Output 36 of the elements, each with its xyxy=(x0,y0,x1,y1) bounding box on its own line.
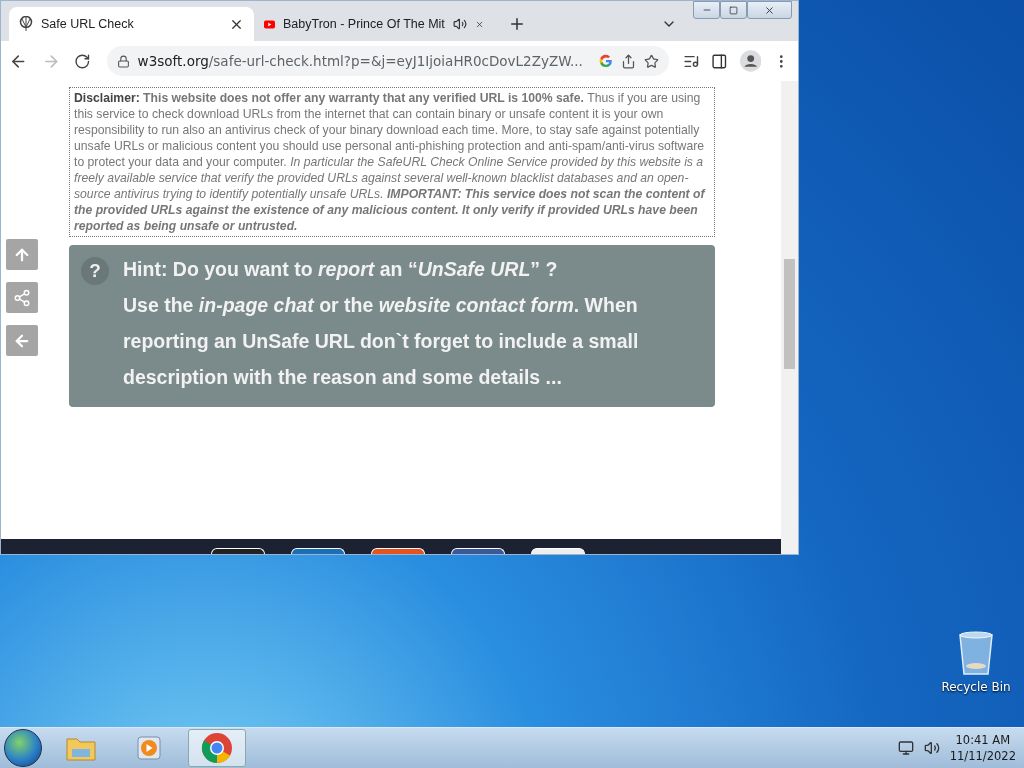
clock[interactable]: 10:41 AM 11/11/2022 xyxy=(949,732,1016,764)
maximize-button[interactable] xyxy=(720,1,747,19)
scrollbar[interactable] xyxy=(781,81,798,554)
folder-icon xyxy=(66,735,96,761)
lock-icon xyxy=(116,54,130,68)
share-icon xyxy=(13,288,31,307)
side-panel-icon[interactable] xyxy=(711,52,728,70)
close-icon xyxy=(764,4,775,16)
balloon-icon xyxy=(19,16,33,32)
disclaimer-text: Disclaimer: This website does not offer any warranty that any verified URL is 100% safe. Thus if you are using this service to check download URLs from the internet that can contain binary or unsafe content it is your own responsibility to run also an antivirus check of your binary download each time. More, to stay safe against potentially unsafe URLs or malicious content you should use personal anti-phishing protection and anti-spam/anti-virus software to protect your data and your computer. In particular the SafeURL Check Online Service provided by this website is a freely available service that verify the provided URLs against several well-known blacklist databases and an open-source antivirus trying to identify potentially unsafe URLs. IMPORTANT: This service does not scan the content of the provided URLs against the existence of any malicious content. It only verify if provided URLs have been reported as being unsafe or untrusted. xyxy=(69,87,715,237)
question-icon: ? xyxy=(81,257,109,285)
browser-tab[interactable]: BabyTron - Prince Of The Mit xyxy=(254,7,494,41)
chrome-icon xyxy=(201,732,233,764)
desktop-icon-label[interactable]: Recycle Bin xyxy=(941,680,1011,694)
network-icon[interactable] xyxy=(897,740,914,756)
trash-bin-icon[interactable] xyxy=(957,630,995,676)
tab-title: Safe URL Check xyxy=(41,17,135,31)
browser-tab[interactable]: Safe URL Check xyxy=(9,7,254,41)
reload-icon[interactable] xyxy=(74,52,91,70)
media-player-icon xyxy=(136,735,162,761)
address-bar[interactable]: w3soft.org/safe-url-check.html?p=&j=eyJ1IjoiaHR0cDovL2ZyZW... xyxy=(106,46,669,76)
scrollbar-thumb[interactable] xyxy=(784,259,795,369)
start-button[interactable] xyxy=(4,729,42,767)
hint-text: Hint: Do you want to report an “UnSafe URL” ? Use the in-page chat or the website contact form. When reporting an UnSafe URL don`t forget to include a small description with the reason and some details ... xyxy=(123,257,640,390)
new-tab-icon[interactable] xyxy=(508,15,526,33)
star-icon[interactable] xyxy=(643,53,659,69)
url-text: w3soft.org/safe-url-check.html?p=&j=eyJ1IjoiaHR0cDovL2ZyZW... xyxy=(137,53,583,69)
share-icon[interactable] xyxy=(620,53,636,69)
maximize-icon xyxy=(729,5,738,15)
volume-icon[interactable] xyxy=(923,740,940,756)
clock-time: 10:41 AM xyxy=(955,732,1011,748)
tab-title: BabyTron - Prince Of The Mit xyxy=(283,17,445,31)
taskbar-app[interactable] xyxy=(188,729,246,767)
profile-icon[interactable] xyxy=(740,50,762,72)
clock-date: 11/11/2022 xyxy=(949,748,1016,764)
google-icon[interactable] xyxy=(598,54,613,68)
